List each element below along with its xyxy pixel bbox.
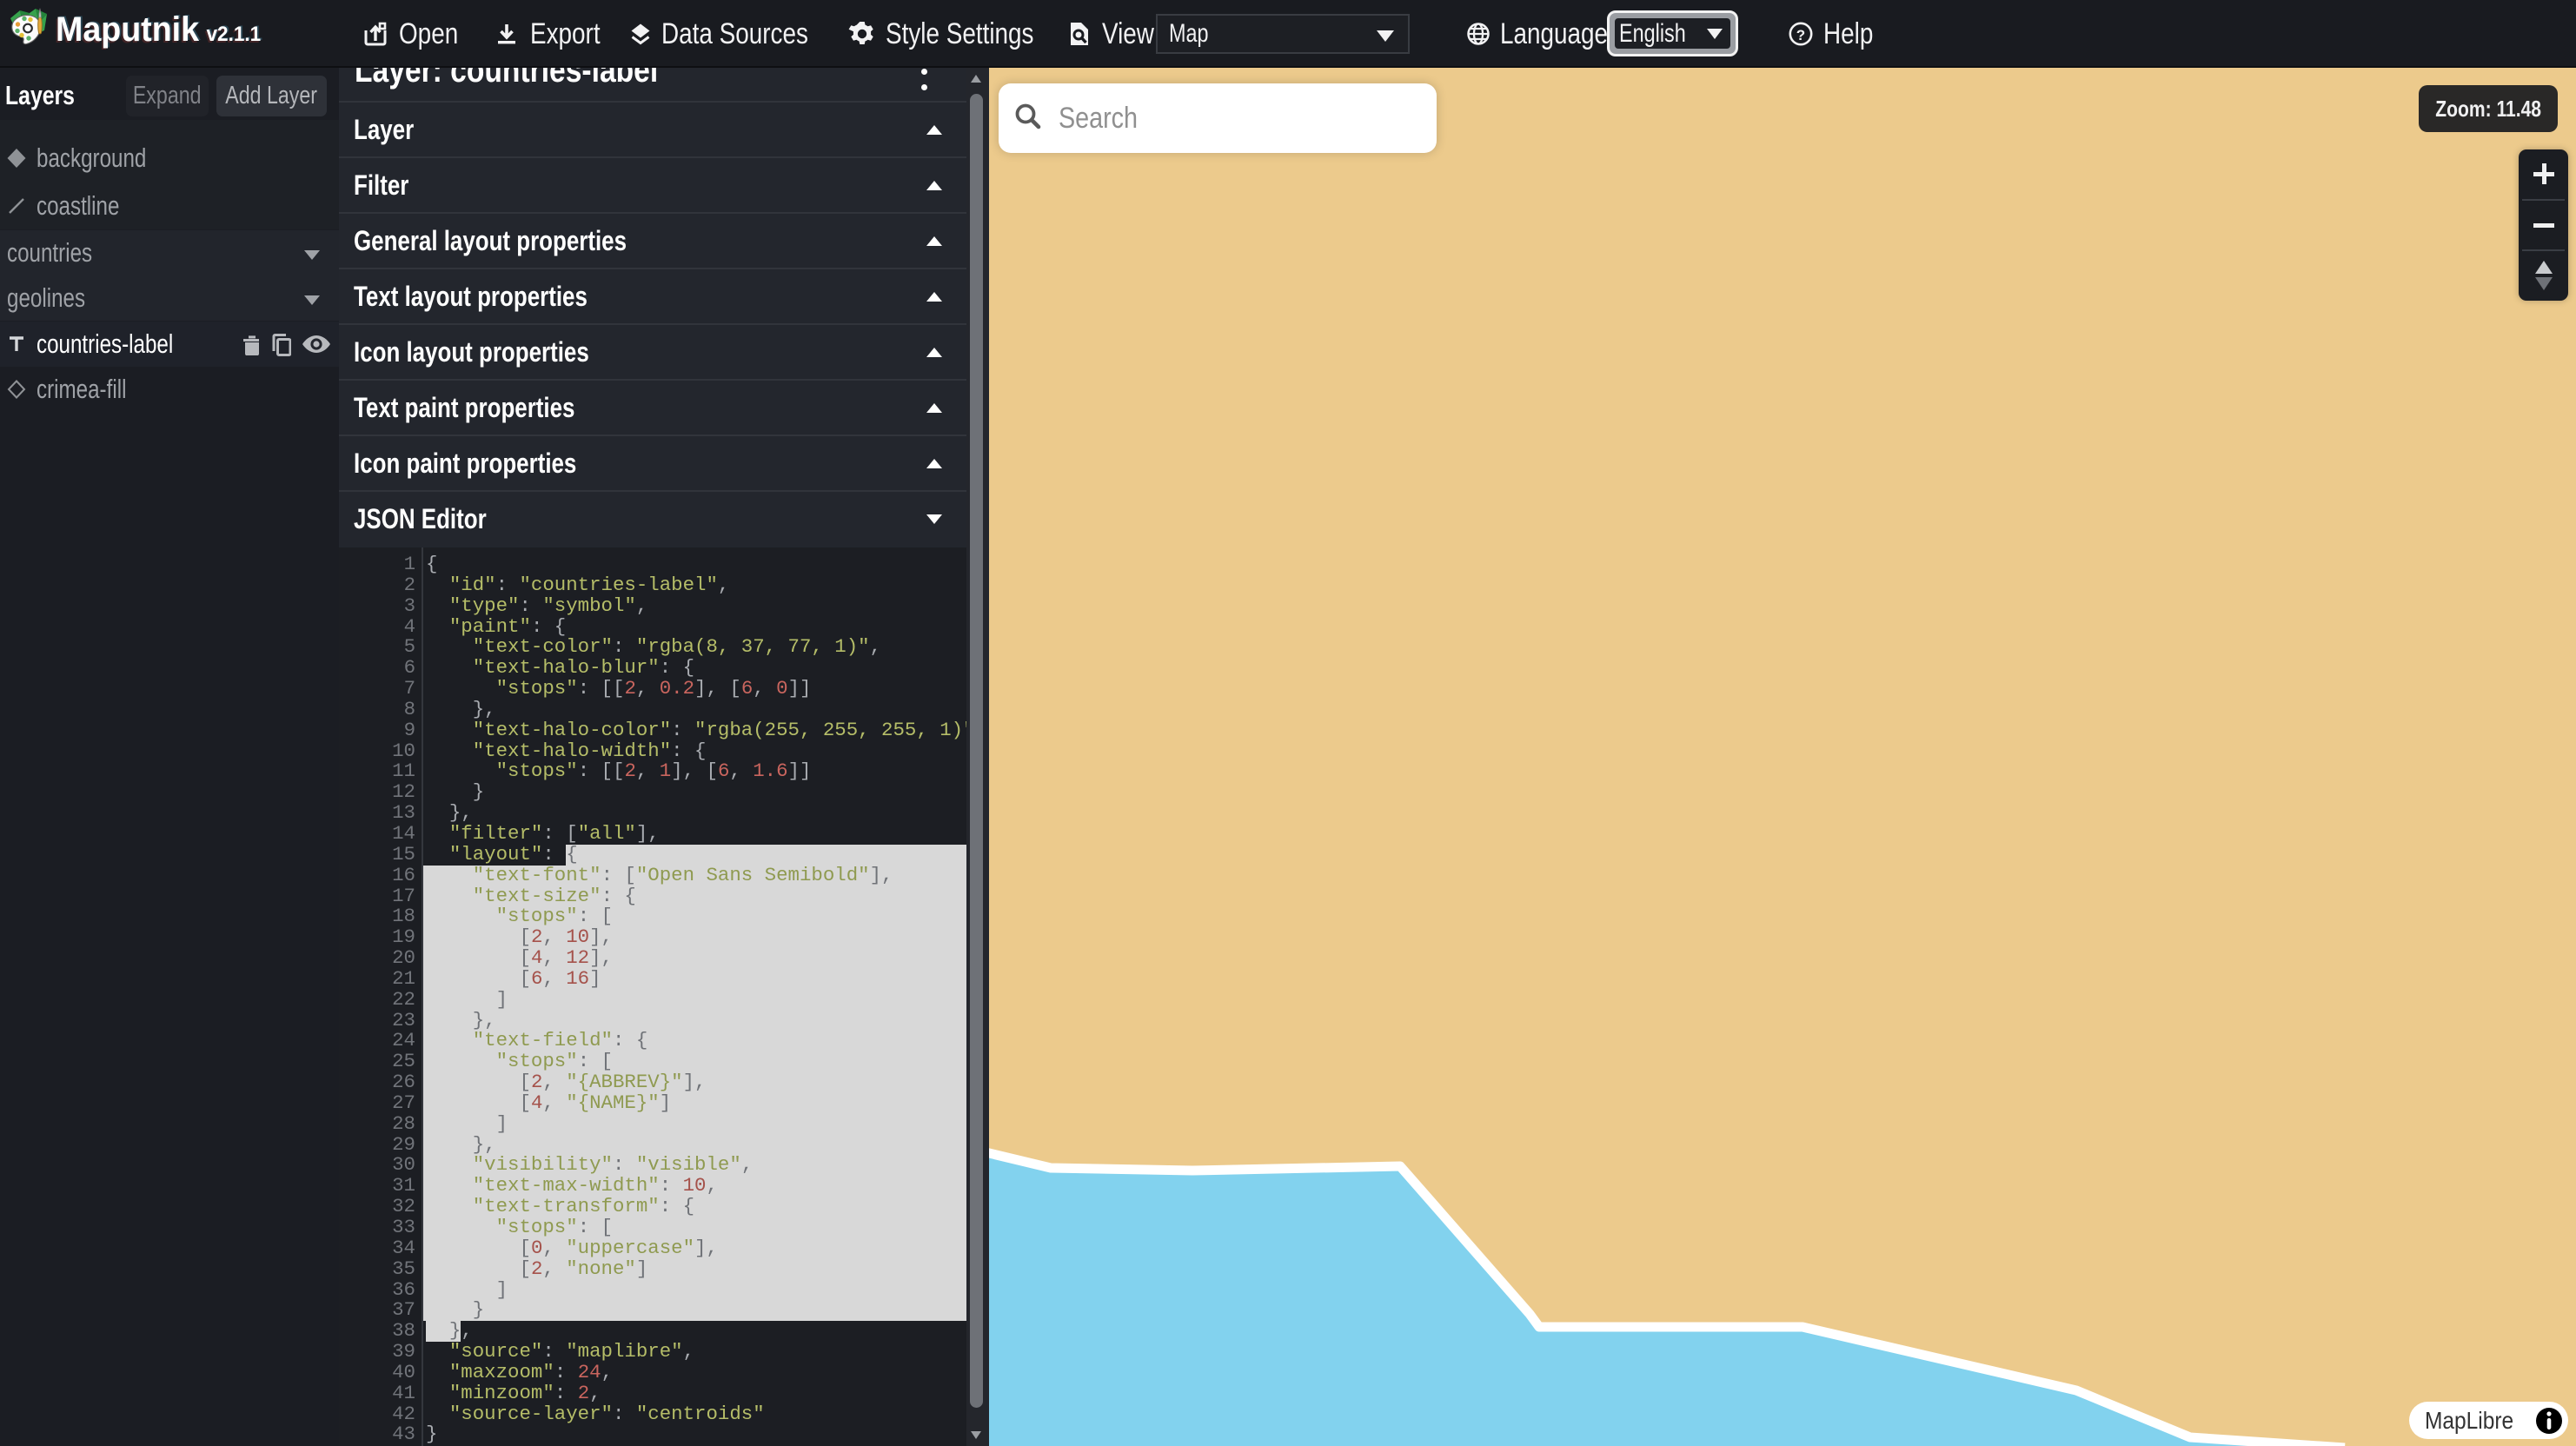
svg-text:?: ?: [1796, 27, 1805, 43]
